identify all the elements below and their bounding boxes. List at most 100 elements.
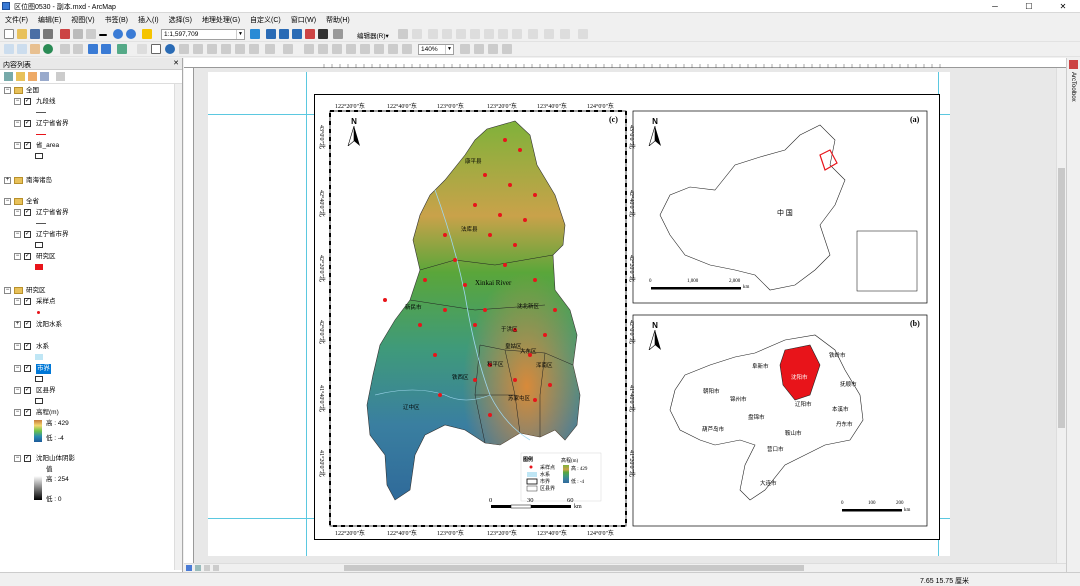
new-document-icon[interactable]	[4, 29, 14, 39]
focus-data-frame-icon[interactable]	[474, 44, 484, 54]
menu-help[interactable]: 帮助(H)	[321, 13, 355, 27]
toc-group-province[interactable]: − 全省	[4, 197, 174, 207]
layout-vertical-scrollbar[interactable]	[1056, 68, 1066, 563]
select-elements-icon[interactable]	[151, 44, 161, 54]
save-icon[interactable]	[30, 29, 40, 39]
paste-icon[interactable]	[86, 29, 96, 39]
map-layout-frame[interactable]: (c) (a) (b) N N N 中 国 0 30 60 km 0 1,000…	[314, 94, 940, 540]
options-icon[interactable]	[56, 72, 65, 81]
data-driven-pages-icon[interactable]	[502, 44, 512, 54]
layout-pan-icon[interactable]	[304, 44, 314, 54]
toc-group-national[interactable]: − 全国	[4, 86, 174, 96]
html-popup-icon[interactable]	[235, 44, 245, 54]
menu-edit[interactable]: 编辑(E)	[33, 13, 66, 27]
layer-checkbox[interactable]: ✓	[24, 387, 31, 394]
toc-layer-elevation[interactable]: − ✓ 高程(m)	[14, 408, 174, 418]
toc-layer-sample-points[interactable]: − ✓ 采样点	[14, 297, 174, 307]
layer-checkbox[interactable]: ✓	[24, 409, 31, 416]
expand-icon[interactable]: +	[4, 177, 11, 184]
cut-icon[interactable]	[60, 29, 70, 39]
endpoint-arc-icon[interactable]	[456, 29, 466, 39]
toc-layer-hillshade[interactable]: − ✓ 沈阳山体阴影	[14, 454, 174, 464]
identify-icon[interactable]	[165, 44, 175, 54]
collapse-icon[interactable]: −	[4, 198, 11, 205]
toc-window-icon[interactable]	[266, 29, 276, 39]
toc-group-study[interactable]: − 研究区	[4, 286, 174, 296]
toc-close-icon[interactable]: ✕	[173, 59, 179, 67]
map-scale-combo[interactable]: 1:1,597,709 ▼	[161, 29, 245, 40]
close-button[interactable]: ✕	[1046, 0, 1080, 13]
layer-checkbox[interactable]: ✓	[24, 120, 31, 127]
menu-windows[interactable]: 窗口(W)	[286, 13, 321, 27]
print-icon[interactable]	[43, 29, 53, 39]
back-arrow-icon[interactable]	[88, 44, 98, 54]
menu-geoprocessing[interactable]: 地理处理(G)	[197, 13, 245, 27]
fixed-zoom-in-icon[interactable]	[60, 44, 70, 54]
delete-icon[interactable]	[99, 34, 107, 36]
open-icon[interactable]	[17, 29, 27, 39]
clear-selection-icon[interactable]	[137, 44, 147, 54]
layer-checkbox[interactable]: ✓	[24, 253, 31, 260]
straight-segment-icon[interactable]	[428, 29, 438, 39]
fixed-layout-zoom-out-icon[interactable]	[374, 44, 384, 54]
toc-layer-province-border[interactable]: − ✓ 辽宁省省界	[14, 119, 174, 129]
data-view-icon[interactable]	[186, 565, 192, 571]
layer-checkbox[interactable]: ✓	[24, 455, 31, 462]
copy-icon[interactable]	[73, 29, 83, 39]
toggle-draft-mode-icon[interactable]	[460, 44, 470, 54]
collapse-icon[interactable]: −	[14, 98, 21, 105]
collapse-icon[interactable]: −	[14, 343, 21, 350]
midpoint-icon[interactable]	[470, 29, 480, 39]
toc-layer-nine-dash[interactable]: − ✓ 九段线	[14, 97, 174, 107]
pause-drawing-icon[interactable]	[213, 565, 219, 571]
toc-layer-province-border-2[interactable]: − ✓ 辽宁省省界	[14, 208, 174, 218]
toc-group-south-china-sea[interactable]: + 南海诸岛	[4, 176, 174, 186]
sketch-tool-icon[interactable]	[412, 29, 422, 39]
menu-insert[interactable]: 插入(I)	[133, 13, 164, 27]
sketch-properties-icon[interactable]	[560, 29, 570, 39]
layout-zoom-combo[interactable]: 140% ▼	[418, 44, 454, 55]
layer-checkbox[interactable]: ✓	[24, 343, 31, 350]
undo-icon[interactable]	[113, 29, 123, 39]
expand-icon[interactable]: +	[14, 321, 21, 328]
list-by-visibility-icon[interactable]	[28, 72, 37, 81]
fixed-layout-zoom-in-icon[interactable]	[360, 44, 370, 54]
search-window-icon[interactable]	[292, 29, 302, 39]
change-layout-icon[interactable]	[488, 44, 498, 54]
list-by-drawing-order-icon[interactable]	[4, 72, 13, 81]
redo-icon[interactable]	[126, 29, 136, 39]
refresh-icon[interactable]	[204, 565, 210, 571]
layer-checkbox[interactable]: ✓	[24, 231, 31, 238]
menu-view[interactable]: 视图(V)	[66, 13, 99, 27]
model-builder-icon[interactable]	[333, 29, 343, 39]
arctoolbox-icon[interactable]	[305, 29, 315, 39]
create-viewer-icon[interactable]	[265, 44, 275, 54]
rotate-tool-icon[interactable]	[498, 29, 508, 39]
trace-icon[interactable]	[442, 29, 452, 39]
zoom-out-icon[interactable]	[17, 44, 27, 54]
hyperlink-icon[interactable]	[221, 44, 231, 54]
collapse-icon[interactable]: −	[14, 142, 21, 149]
collapse-icon[interactable]: −	[14, 455, 21, 462]
layout-view-icon[interactable]	[195, 565, 201, 571]
cut-polygons-icon[interactable]	[528, 29, 538, 39]
collapse-icon[interactable]: −	[4, 87, 11, 94]
fixed-zoom-out-icon[interactable]	[73, 44, 83, 54]
collapse-icon[interactable]: −	[14, 231, 21, 238]
reshape-icon[interactable]	[512, 29, 522, 39]
time-slider-icon[interactable]	[249, 44, 259, 54]
layer-checkbox[interactable]: ✓	[24, 142, 31, 149]
catalog-window-icon[interactable]	[279, 29, 289, 39]
collapse-icon[interactable]: −	[14, 120, 21, 127]
scroll-thumb[interactable]	[1058, 168, 1065, 428]
toc-layer-city-boundary[interactable]: − ✓ 市界	[14, 364, 174, 374]
select-features-icon[interactable]	[117, 44, 127, 54]
layout-zoom-in-icon[interactable]	[283, 44, 293, 54]
toc-layer-county-boundary[interactable]: − ✓ 区县界	[14, 386, 174, 396]
layer-checkbox[interactable]: ✓	[24, 365, 31, 372]
collapse-icon[interactable]: −	[4, 287, 11, 294]
list-by-source-icon[interactable]	[16, 72, 25, 81]
layer-checkbox[interactable]: ✓	[24, 298, 31, 305]
forward-arrow-icon[interactable]	[101, 44, 111, 54]
attributes-icon[interactable]	[544, 29, 554, 39]
